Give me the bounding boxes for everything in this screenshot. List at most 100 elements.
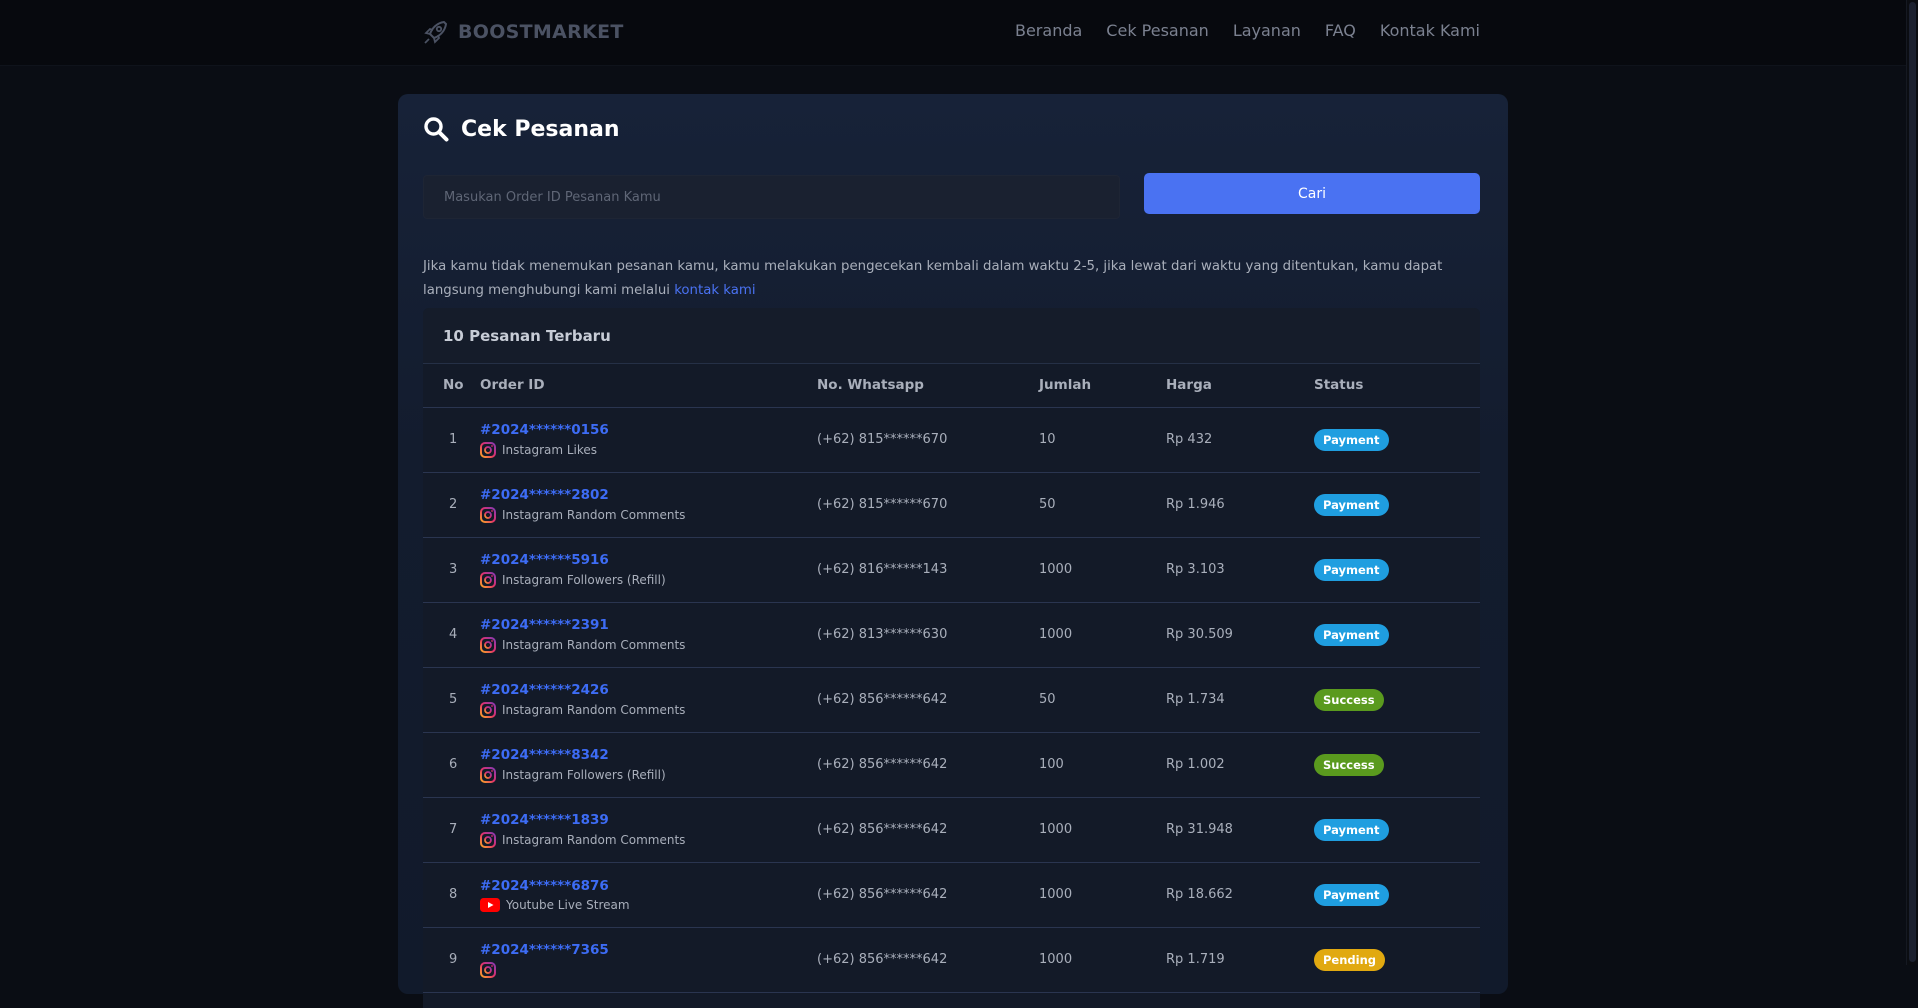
order-id-link[interactable]: #2024******8342 xyxy=(480,747,817,763)
row-jumlah: 10 xyxy=(1039,407,1166,473)
order-id-link[interactable]: #2024******2426 xyxy=(480,682,817,698)
table-heading: 10 Pesanan Terbaru xyxy=(423,308,1480,364)
order-id-link[interactable]: #2024******6876 xyxy=(480,878,817,894)
row-jumlah: 50 xyxy=(1039,472,1166,538)
search-button[interactable]: Cari xyxy=(1144,173,1480,214)
page-scrollbar[interactable] xyxy=(1906,0,1918,965)
table-row: 2 #2024******2802 Instagram Random Comme… xyxy=(423,472,1480,538)
order-check-card: Cek Pesanan Cari Jika kamu tidak menemuk… xyxy=(398,94,1508,1008)
table-row: 8 #2024******6876 Youtube Live Stream (+… xyxy=(423,862,1480,928)
service: Instagram Random Comments xyxy=(480,506,817,523)
service-name: Instagram Random Comments xyxy=(502,507,686,522)
row-status: Payment xyxy=(1314,407,1480,473)
row-no: 7 xyxy=(423,797,480,863)
row-no: 9 xyxy=(423,927,480,993)
scrollbar-thumb[interactable] xyxy=(1909,2,1916,962)
row-whatsapp: (+62) 815******670 xyxy=(817,472,1039,538)
status-badge: Pending xyxy=(1314,948,1386,971)
status-badge: Payment xyxy=(1314,558,1389,581)
service-name: Instagram Random Comments xyxy=(502,832,686,847)
rocket-icon xyxy=(424,20,448,44)
table-row: 1 #2024******0156 Instagram Likes (+62) … xyxy=(423,407,1480,473)
nav-link-beranda[interactable]: Beranda xyxy=(1015,21,1082,40)
row-whatsapp: (+62) 815******670 xyxy=(817,407,1039,473)
service-name: Instagram Followers (Refill) xyxy=(502,572,666,587)
row-whatsapp: (+62) 856******642 xyxy=(817,732,1039,798)
service xyxy=(480,961,817,978)
nav-link-layanan[interactable]: Layanan xyxy=(1233,21,1301,40)
order-id-link[interactable]: #2024******5916 xyxy=(480,552,817,568)
row-order: #2024******2802 Instagram Random Comment… xyxy=(480,472,817,538)
status-badge: Payment xyxy=(1314,428,1389,451)
nav-link-faq[interactable]: FAQ xyxy=(1325,21,1356,40)
row-jumlah: 1000 xyxy=(1039,537,1166,603)
service: Instagram Followers (Refill) xyxy=(480,766,817,783)
status-badge: Payment xyxy=(1314,883,1389,906)
service: Instagram Likes xyxy=(480,441,817,458)
contact-link[interactable]: kontak kami xyxy=(674,283,755,298)
instagram-icon xyxy=(480,441,496,458)
status-badge: Payment xyxy=(1314,493,1389,516)
instagram-icon xyxy=(480,766,496,783)
service: Instagram Random Comments xyxy=(480,831,817,848)
row-status: Success xyxy=(1314,667,1480,733)
notice-text: Jika kamu tidak menemukan pesanan kamu, … xyxy=(423,255,1483,303)
row-status: Payment xyxy=(1314,472,1480,538)
order-id-link[interactable]: #2024******2802 xyxy=(480,487,817,503)
row-jumlah: 100 xyxy=(1039,732,1166,798)
search-icon xyxy=(424,117,449,142)
status-badge: Success xyxy=(1314,753,1384,776)
table-row: 7 #2024******1839 Instagram Random Comme… xyxy=(423,797,1480,863)
instagram-icon xyxy=(480,571,496,588)
row-harga: Rp 1.946 xyxy=(1166,472,1314,538)
row-status: Payment xyxy=(1314,602,1480,668)
instagram-icon xyxy=(480,961,496,978)
order-id-link[interactable]: #2024******7365 xyxy=(480,942,817,958)
notice-body: Jika kamu tidak menemukan pesanan kamu, … xyxy=(423,259,1443,299)
instagram-icon xyxy=(480,701,496,718)
row-status: Payment xyxy=(1314,862,1480,928)
order-id-link[interactable]: #2024******1839 xyxy=(480,812,817,828)
status-badge: Payment xyxy=(1314,818,1389,841)
order-id-link[interactable]: #2024******2391 xyxy=(480,617,817,633)
row-harga: Rp 31.948 xyxy=(1166,797,1314,863)
row-no: 6 xyxy=(423,732,480,798)
row-order: #2024******2391 Instagram Random Comment… xyxy=(480,602,817,668)
row-harga: Rp 1.719 xyxy=(1166,927,1314,993)
row-order: #2024******1839 Instagram Random Comment… xyxy=(480,797,817,863)
brand[interactable]: BOOSTMARKET xyxy=(422,18,624,46)
col-status: Status xyxy=(1314,364,1480,408)
nav-link-kontak-kami[interactable]: Kontak Kami xyxy=(1380,21,1480,40)
service-name: Instagram Random Comments xyxy=(502,637,686,652)
service-name: Instagram Likes xyxy=(502,442,598,457)
row-order: #2024******7365 xyxy=(480,927,817,993)
row-whatsapp: (+62) 856******642 xyxy=(817,862,1039,928)
service-name: Instagram Random Comments xyxy=(502,702,686,717)
row-whatsapp: (+62) 813******630 xyxy=(817,602,1039,668)
row-no: 4 xyxy=(423,602,480,668)
col-jumlah: Jumlah xyxy=(1039,364,1166,408)
row-order: #2024******5916 Instagram Followers (Ref… xyxy=(480,537,817,603)
row-no: 8 xyxy=(423,862,480,928)
navbar: BOOSTMARKET Beranda Cek Pesanan Layanan … xyxy=(0,0,1906,66)
order-id-input[interactable] xyxy=(423,175,1120,219)
row-jumlah: 50 xyxy=(1039,667,1166,733)
nav-link-cek-pesanan[interactable]: Cek Pesanan xyxy=(1106,21,1209,40)
table-header-row: No Order ID No. Whatsapp Jumlah Harga St… xyxy=(423,364,1480,408)
order-id-link[interactable]: #2024******0156 xyxy=(480,422,817,438)
col-order-id: Order ID xyxy=(480,364,817,408)
instagram-icon xyxy=(480,831,496,848)
nav-links: Beranda Cek Pesanan Layanan FAQ Kontak K… xyxy=(1015,21,1480,40)
recent-orders-table: 10 Pesanan Terbaru No Order ID No. Whats… xyxy=(423,308,1480,1008)
row-order: #2024******0156 Instagram Likes xyxy=(480,407,817,473)
row-status: Pending xyxy=(1314,927,1480,993)
row-no: 3 xyxy=(423,537,480,603)
status-badge: Success xyxy=(1314,688,1384,711)
col-whatsapp: No. Whatsapp xyxy=(817,364,1039,408)
row-order: #2024******6876 Youtube Live Stream xyxy=(480,862,817,928)
row-no: 5 xyxy=(423,667,480,733)
row-status: Payment xyxy=(1314,537,1480,603)
row-jumlah: 1000 xyxy=(1039,602,1166,668)
row-whatsapp: (+62) 856******642 xyxy=(817,927,1039,993)
row-harga: Rp 3.103 xyxy=(1166,537,1314,603)
